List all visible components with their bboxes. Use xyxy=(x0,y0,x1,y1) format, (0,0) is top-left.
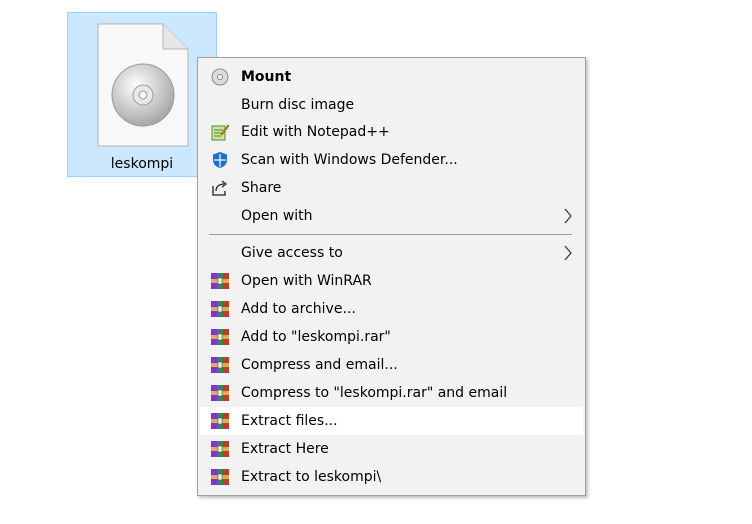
menu-item-extract-files[interactable]: Extract files... xyxy=(200,407,583,435)
menu-item-label: Extract Here xyxy=(241,441,329,457)
menu-item-label: Share xyxy=(241,180,282,196)
winrar-icon xyxy=(210,272,230,290)
menu-item-extract-here[interactable]: Extract Here xyxy=(200,435,583,463)
menu-item-label: Add to archive... xyxy=(241,301,356,317)
menu-separator xyxy=(209,234,572,235)
winrar-icon xyxy=(210,440,230,458)
menu-item-label: Open with WinRAR xyxy=(241,273,372,289)
menu-item-label: Open with xyxy=(241,208,313,224)
menu-item-label: Compress to "leskompi.rar" and email xyxy=(241,385,508,401)
menu-item-label: Mount xyxy=(241,69,292,85)
menu-item-label: Compress and email... xyxy=(241,357,398,373)
menu-item-add-to-archive[interactable]: Add to archive... xyxy=(200,295,583,323)
winrar-icon xyxy=(210,468,230,486)
menu-item-mount[interactable]: Mount xyxy=(200,63,583,91)
menu-item-give-access-to[interactable]: Give access to xyxy=(200,239,583,267)
menu-item-extract-to-leskompi[interactable]: Extract to leskompi\ xyxy=(200,463,583,491)
winrar-icon xyxy=(210,356,230,374)
disc-icon xyxy=(210,68,230,86)
menu-item-compress-to-rar-and-email[interactable]: Compress to "leskompi.rar" and email xyxy=(200,379,583,407)
windows-defender-shield-icon xyxy=(210,151,230,169)
winrar-icon xyxy=(210,300,230,318)
disc-image-file-icon xyxy=(97,23,189,147)
file-icon-leskompi[interactable]: leskompi xyxy=(67,12,217,177)
share-icon xyxy=(210,179,230,197)
file-name-label: leskompi xyxy=(110,156,174,172)
menu-item-share[interactable]: Share xyxy=(200,174,583,202)
menu-item-label: Extract to leskompi\ xyxy=(241,469,382,485)
chevron-right-icon xyxy=(564,245,572,261)
menu-item-label: Give access to xyxy=(241,245,343,261)
context-menu: Mount Burn disc image Edit with Notepad+… xyxy=(197,57,586,496)
menu-item-label: Edit with Notepad++ xyxy=(241,124,390,140)
menu-item-label: Burn disc image xyxy=(241,97,355,113)
menu-item-open-with[interactable]: Open with xyxy=(200,202,583,230)
notepad-plus-plus-icon xyxy=(210,123,230,141)
menu-item-open-with-winrar[interactable]: Open with WinRAR xyxy=(200,267,583,295)
winrar-icon xyxy=(210,412,230,430)
menu-item-burn-disc-image[interactable]: Burn disc image xyxy=(200,91,583,119)
chevron-right-icon xyxy=(564,208,572,224)
menu-item-label: Add to "leskompi.rar" xyxy=(241,329,391,345)
winrar-icon xyxy=(210,384,230,402)
menu-item-add-to-leskompi-rar[interactable]: Add to "leskompi.rar" xyxy=(200,323,583,351)
menu-item-compress-and-email[interactable]: Compress and email... xyxy=(200,351,583,379)
menu-item-label: Extract files... xyxy=(241,413,338,429)
menu-item-scan-windows-defender[interactable]: Scan with Windows Defender... xyxy=(200,146,583,174)
menu-item-edit-with-notepad-plus-plus[interactable]: Edit with Notepad++ xyxy=(200,118,583,146)
winrar-icon xyxy=(210,328,230,346)
menu-item-label: Scan with Windows Defender... xyxy=(241,152,458,168)
